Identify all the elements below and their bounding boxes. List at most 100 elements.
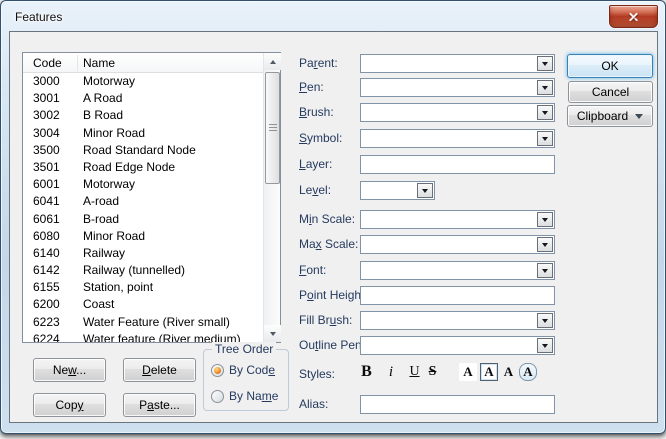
strikethrough-style-button[interactable]: S — [427, 364, 438, 380]
fill-brush-combobox[interactable] — [360, 311, 555, 330]
copy-button[interactable]: Copy — [33, 393, 106, 417]
delete-button[interactable]: Delete — [123, 358, 196, 382]
layer-input[interactable] — [360, 155, 555, 174]
brush-combobox[interactable] — [360, 103, 555, 122]
row-name: Minor Road — [78, 228, 145, 245]
pen-combobox[interactable] — [360, 78, 555, 97]
radio-by-code[interactable]: By Code — [211, 363, 275, 377]
features-dialog-window: Features Code Name 3000Motorway3001A Roa… — [0, 0, 666, 434]
list-row[interactable]: 6142Railway (tunnelled) — [23, 262, 263, 279]
list-row[interactable]: 6080Minor Road — [23, 228, 263, 245]
paste-button[interactable]: Paste... — [123, 393, 196, 417]
outline-pen-dropdown-button[interactable] — [537, 338, 553, 353]
row-name: Water feature (River medium) — [78, 331, 241, 342]
list-row[interactable]: 3000Motorway — [23, 73, 263, 90]
text-effect-solid-button[interactable]: A — [459, 363, 477, 381]
parent-label: Parent: — [299, 56, 338, 70]
max-scale-combobox[interactable] — [360, 235, 555, 254]
row-code: 6001 — [23, 176, 78, 193]
row-code: 3001 — [23, 90, 78, 107]
underline-style-button[interactable]: U — [409, 364, 420, 380]
row-name: B-road — [78, 211, 119, 228]
clipboard-button[interactable]: Clipboard — [567, 105, 653, 127]
scrollbar-grip-icon — [269, 124, 277, 132]
new-button[interactable]: New... — [33, 358, 106, 382]
list-row[interactable]: 6041A-road — [23, 193, 263, 210]
bold-style-button[interactable]: B — [360, 363, 373, 381]
row-name: A-road — [78, 193, 119, 210]
list-row[interactable]: 6224Water feature (River medium) — [23, 331, 263, 342]
column-header-code[interactable]: Code — [23, 55, 78, 71]
alias-input[interactable] — [360, 395, 555, 414]
radio-unselected-icon[interactable] — [211, 390, 224, 403]
row-name: Motorway — [78, 176, 135, 193]
features-list: Code Name 3000Motorway3001A Road3002B Ro… — [22, 52, 281, 343]
min-scale-combobox[interactable] — [360, 210, 555, 229]
radio-selected-icon[interactable] — [211, 364, 224, 377]
list-row[interactable]: 3004Minor Road — [23, 125, 263, 142]
list-row[interactable]: 3500Road Standard Node — [23, 142, 263, 159]
list-row[interactable]: 6061B-road — [23, 211, 263, 228]
dropdown-arrow-icon — [542, 218, 548, 225]
vertical-scrollbar[interactable] — [263, 53, 280, 342]
outline-pen-combobox[interactable] — [360, 336, 555, 355]
tree-order-label: Tree Order — [212, 342, 276, 356]
brush-label: Brush: — [299, 105, 334, 119]
radio-by-name[interactable]: By Name — [211, 389, 278, 403]
list-row[interactable]: 3501Road Edge Node — [23, 159, 263, 176]
text-effect-boxed-button[interactable]: A — [480, 363, 498, 381]
font-label: Font: — [299, 263, 326, 277]
list-row[interactable]: 3002B Road — [23, 107, 263, 124]
text-effect-rounded-button[interactable]: A — [519, 363, 537, 381]
row-code: 3004 — [23, 125, 78, 142]
parent-combobox[interactable] — [360, 54, 555, 73]
clipboard-button-label: Clipboard — [577, 109, 628, 123]
point-height-input[interactable] — [360, 286, 555, 305]
ok-button[interactable]: OK — [567, 54, 653, 78]
level-combobox[interactable] — [360, 181, 435, 200]
dropdown-arrow-icon — [542, 344, 548, 351]
scrollbar-down-button[interactable] — [264, 325, 281, 342]
scrollbar-up-button[interactable] — [264, 53, 281, 70]
row-code: 3002 — [23, 107, 78, 124]
row-name: Motorway — [78, 73, 135, 90]
list-row[interactable]: 6140Railway — [23, 245, 263, 262]
level-dropdown-button[interactable] — [417, 183, 433, 198]
cancel-button[interactable]: Cancel — [568, 81, 653, 103]
dropdown-arrow-icon — [542, 319, 548, 326]
symbol-label: Symbol: — [299, 131, 342, 145]
dropdown-arrow-icon — [542, 243, 548, 250]
list-row[interactable]: 6155Station, point — [23, 279, 263, 296]
dropdown-arrow-icon — [635, 114, 643, 123]
scrollbar-thumb[interactable] — [265, 72, 280, 184]
list-row[interactable]: 6001Motorway — [23, 176, 263, 193]
pen-dropdown-button[interactable] — [537, 80, 553, 95]
min-scale-dropdown-button[interactable] — [537, 212, 553, 227]
dropdown-arrow-icon — [422, 189, 428, 196]
symbol-combobox[interactable] — [360, 129, 555, 148]
italic-style-button[interactable]: i — [388, 364, 394, 381]
font-dropdown-button[interactable] — [537, 263, 553, 278]
dropdown-arrow-icon — [542, 137, 548, 144]
brush-dropdown-button[interactable] — [537, 105, 553, 120]
row-name: Railway — [78, 245, 125, 262]
dropdown-arrow-icon — [542, 62, 548, 69]
parent-dropdown-button[interactable] — [537, 56, 553, 71]
row-name: Minor Road — [78, 125, 145, 142]
symbol-dropdown-button[interactable] — [537, 131, 553, 146]
level-label: Level: — [299, 183, 331, 197]
fill-brush-dropdown-button[interactable] — [537, 313, 553, 328]
dropdown-arrow-icon — [542, 269, 548, 276]
column-header-name[interactable]: Name — [78, 55, 263, 71]
row-code: 6080 — [23, 228, 78, 245]
list-row[interactable]: 6223Water Feature (River small) — [23, 314, 263, 331]
font-combobox[interactable] — [360, 261, 555, 280]
list-row[interactable]: 3001A Road — [23, 90, 263, 107]
list-header: Code Name — [23, 53, 263, 73]
row-code: 6155 — [23, 279, 78, 296]
max-scale-dropdown-button[interactable] — [537, 237, 553, 252]
dropdown-arrow-icon — [542, 86, 548, 93]
text-effect-plain-button[interactable]: A — [501, 363, 516, 381]
list-row[interactable]: 6200Coast — [23, 296, 263, 313]
close-button[interactable] — [609, 5, 658, 28]
